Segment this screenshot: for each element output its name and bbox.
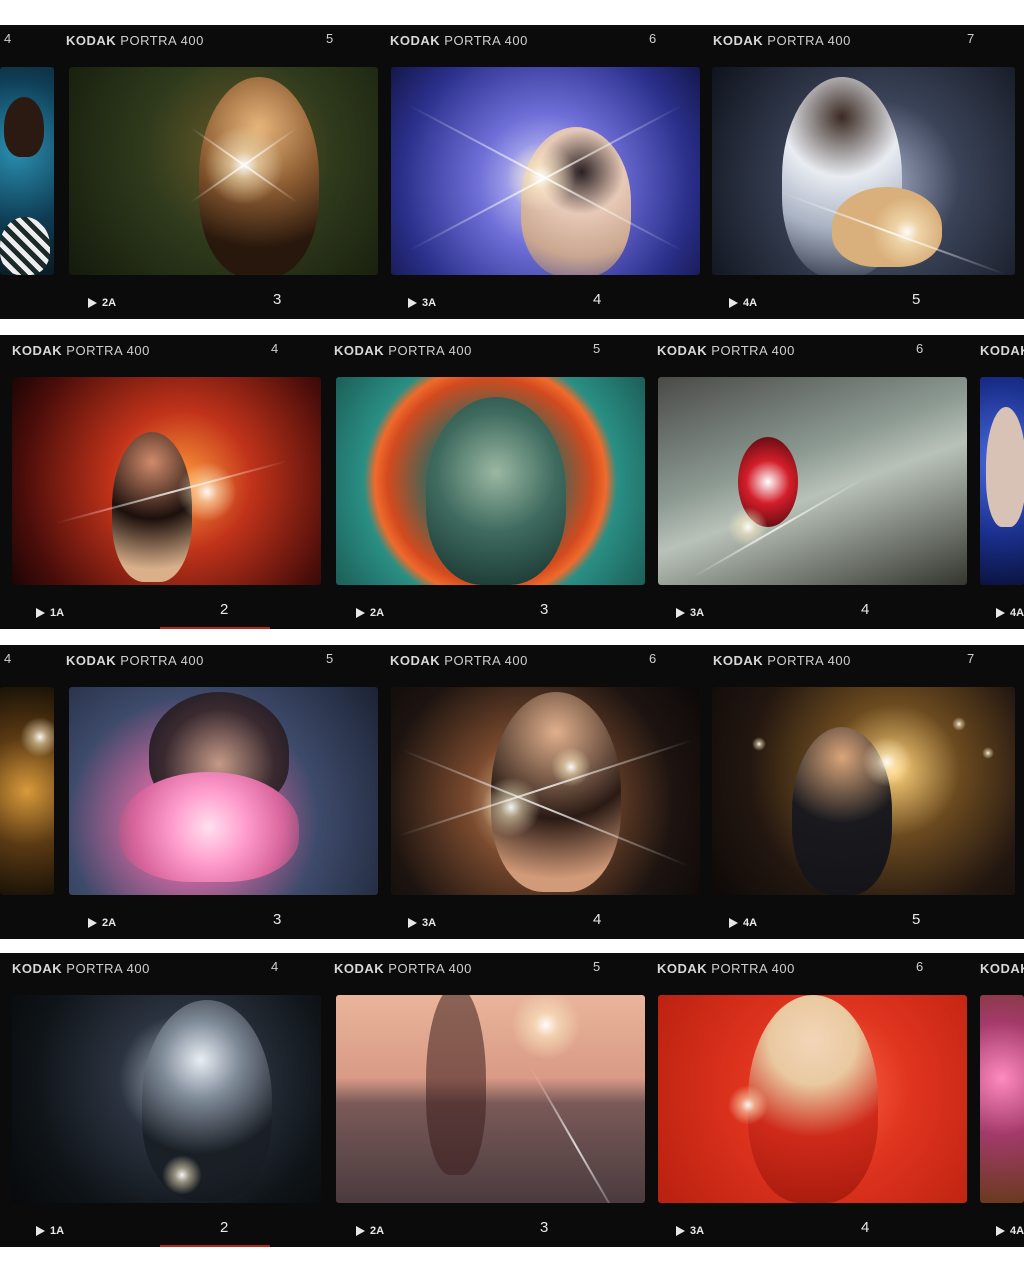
frame-code: 4A: [996, 607, 1024, 625]
edge-number: 4: [4, 31, 12, 46]
film-brand: KODAK: [980, 961, 1024, 976]
frame-code: 3A: [676, 1225, 704, 1243]
frame-number: 2: [220, 601, 229, 618]
film-brand: KODAK PORTRA 400: [12, 343, 150, 358]
frame-arrow-icon: [408, 918, 417, 929]
photo-singer-blue-light: [391, 67, 700, 275]
frame-code: 4A: [729, 297, 757, 315]
edge-number: 6: [649, 651, 657, 666]
film-brand: KODAK: [980, 343, 1024, 358]
frame-arrow-icon: [36, 1226, 45, 1237]
edge-number: 6: [649, 31, 657, 46]
frame-arrow-icon: [729, 298, 738, 309]
photo-singer-red-stage: [12, 377, 321, 585]
frame-arrow-icon: [408, 298, 417, 309]
film-brand: KODAK PORTRA 400: [334, 961, 472, 976]
frame-number: 5: [912, 911, 921, 928]
frame-code: 3A: [408, 297, 436, 315]
film-brand: KODAK PORTRA 400: [66, 33, 204, 48]
photo-red-telephone: [658, 995, 967, 1203]
frame-code: 2A: [356, 1225, 384, 1243]
edge-number: 4: [271, 341, 279, 356]
film-strip-2: KODAK PORTRA 400 4 KODAK PORTRA 400 5 KO…: [0, 335, 1024, 629]
frame-arrow-icon: [996, 608, 1005, 619]
photo-sunset-sea: [336, 995, 645, 1203]
frame-code: 2A: [356, 607, 384, 625]
photo-torch-left: [0, 687, 54, 895]
edge-number: 5: [326, 31, 334, 46]
film-brand: KODAK PORTRA 400: [390, 33, 528, 48]
film-edge-mark: [160, 627, 270, 629]
frame-code: 3A: [676, 607, 704, 625]
photo-guitarist-night: [712, 67, 1015, 275]
edge-number: 5: [326, 651, 334, 666]
frame-arrow-icon: [729, 918, 738, 929]
film-brand: KODAK PORTRA 400: [713, 33, 851, 48]
film-brand: KODAK PORTRA 400: [12, 961, 150, 976]
photo-poolside: [0, 67, 54, 275]
film-brand: KODAK PORTRA 400: [66, 653, 204, 668]
film-brand: KODAK PORTRA 400: [657, 343, 795, 358]
film-edge-mark: [160, 1245, 270, 1247]
edge-number: 6: [916, 341, 924, 356]
film-strip-1: 4 KODAK PORTRA 400 5 KODAK PORTRA 400 6 …: [0, 25, 1024, 319]
frame-number: 4: [593, 291, 602, 308]
film-brand: KODAK PORTRA 400: [713, 653, 851, 668]
photo-blue-portrait: [980, 377, 1024, 585]
film-strip-4: KODAK PORTRA 400 4 KODAK PORTRA 400 5 KO…: [0, 953, 1024, 1247]
photo-halo-portrait: [336, 377, 645, 585]
frame-arrow-icon: [676, 1226, 685, 1237]
frame-arrow-icon: [356, 1226, 365, 1237]
frame-number: 5: [912, 291, 921, 308]
photo-guitar-sparkle: [391, 687, 700, 895]
photo-pink-flowers-car: [980, 995, 1024, 1203]
frame-number: 4: [861, 1219, 870, 1236]
edge-number: 4: [4, 651, 12, 666]
photo-vintage-car-tail: [658, 377, 967, 585]
edge-number: 4: [271, 959, 279, 974]
frame-number: 3: [540, 601, 549, 618]
frame-number: 3: [273, 291, 282, 308]
film-brand: KODAK PORTRA 400: [334, 343, 472, 358]
photo-lighter-portrait: [69, 67, 378, 275]
film-strip-3: 4 KODAK PORTRA 400 5 KODAK PORTRA 400 6 …: [0, 645, 1024, 939]
frame-arrow-icon: [88, 298, 97, 309]
edge-number: 5: [593, 341, 601, 356]
frame-code: 1A: [36, 607, 64, 625]
frame-code: 3A: [408, 917, 436, 935]
frame-code: 1A: [36, 1225, 64, 1243]
photo-singer-candles: [712, 687, 1015, 895]
film-brand: KODAK PORTRA 400: [657, 961, 795, 976]
film-brand: KODAK PORTRA 400: [390, 653, 528, 668]
frame-number: 2: [220, 1219, 229, 1236]
frame-arrow-icon: [356, 608, 365, 619]
frame-arrow-icon: [36, 608, 45, 619]
edge-number: 6: [916, 959, 924, 974]
frame-number: 4: [861, 601, 870, 618]
frame-code: 4A: [729, 917, 757, 935]
frame-code: 4A: [996, 1225, 1024, 1243]
frame-number: 3: [273, 911, 282, 928]
edge-number: 7: [967, 651, 975, 666]
frame-number: 3: [540, 1219, 549, 1236]
frame-code: 2A: [88, 297, 116, 315]
photo-shadow-portrait: [12, 995, 321, 1203]
edge-number: 7: [967, 31, 975, 46]
photo-flower-bouquet: [69, 687, 378, 895]
frame-number: 4: [593, 911, 602, 928]
frame-arrow-icon: [996, 1226, 1005, 1237]
frame-arrow-icon: [88, 918, 97, 929]
edge-number: 5: [593, 959, 601, 974]
frame-arrow-icon: [676, 608, 685, 619]
frame-code: 2A: [88, 917, 116, 935]
